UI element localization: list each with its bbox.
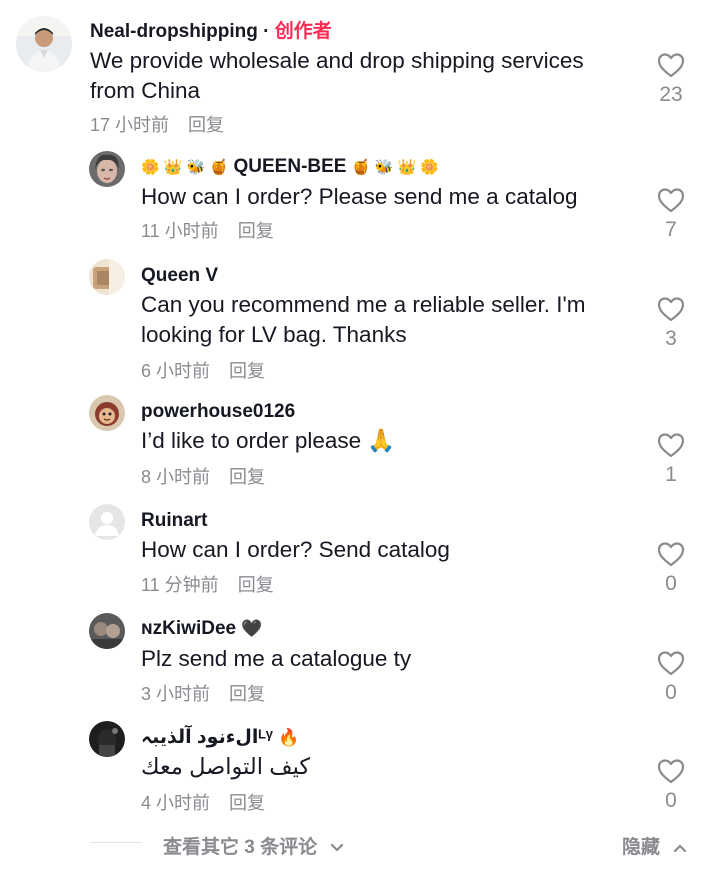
comment-username[interactable]: powerhouse0126 xyxy=(141,400,295,424)
reply-button[interactable]: 回复 xyxy=(229,361,265,381)
divider xyxy=(90,842,142,843)
creator-badge: 创作者 xyxy=(274,21,332,42)
heart-outline-icon xyxy=(657,188,685,213)
like-count: 3 xyxy=(665,327,677,350)
separator-dot: · xyxy=(263,21,270,42)
like-count: 0 xyxy=(665,681,677,704)
comment-text: How can I order? Send catalog xyxy=(141,537,450,562)
username-text[interactable]: powerhouse0126 xyxy=(141,401,295,422)
heart-outline-icon xyxy=(657,433,685,458)
comment-time: 11 分钟前 xyxy=(141,575,219,595)
comment-meta: 3 小时前 回复 xyxy=(141,683,265,705)
comment-text: I’d like to order please 🙏 xyxy=(141,426,621,456)
comment-meta: 8 小时前 回复 xyxy=(141,466,265,488)
comment-username[interactable]: Neal-dropshipping · 创作者 xyxy=(90,20,332,44)
like-count: 0 xyxy=(665,789,677,812)
comment-username[interactable]: ɴᴢKiwiDee 🖤 xyxy=(141,617,263,641)
like-count: 0 xyxy=(665,572,677,595)
reply-button[interactable]: 回复 xyxy=(229,793,265,813)
username-text[interactable]: الءنود آلذيبہᴸᵞ xyxy=(141,727,273,748)
username-text[interactable]: QUEEN-BEE xyxy=(234,156,347,177)
comment-time: 6 小时前 xyxy=(141,361,211,381)
avatar[interactable] xyxy=(16,16,72,72)
comment-meta: 11 分钟前 回复 xyxy=(141,574,274,596)
like-button[interactable]: 23 xyxy=(649,52,693,108)
heart-outline-icon xyxy=(657,53,685,78)
heart-outline-icon xyxy=(657,542,685,567)
avatar[interactable] xyxy=(89,504,125,540)
hide-label: 隐藏 xyxy=(622,837,661,858)
like-count: 1 xyxy=(665,463,677,486)
view-more-replies-button[interactable]: 查看其它 3 条评论 xyxy=(163,832,344,859)
reply-button[interactable]: 回复 xyxy=(229,684,265,704)
praying-hands-emoji: 🙏 xyxy=(367,428,396,453)
comment-username[interactable]: الءنود آلذيبہᴸᵞ 🔥 xyxy=(141,726,299,750)
comment-text-content: I’d like to order please xyxy=(141,428,362,453)
username-decor-left: 🌼 👑 🐝 🍯 xyxy=(141,159,229,176)
username-text[interactable]: Queen V xyxy=(141,265,218,286)
username-decor-right: 🍯 🐝 👑 🌼 xyxy=(351,159,439,176)
like-button[interactable]: 0 xyxy=(649,758,693,814)
fire-emoji: 🔥 xyxy=(278,728,300,747)
default-avatar-icon xyxy=(89,504,125,540)
chevron-up-icon xyxy=(674,844,687,853)
comment-text: Can you recommend me a reliable seller. … xyxy=(141,292,586,347)
comment-text: Plz send me a catalogue ty xyxy=(141,646,412,671)
like-count: 7 xyxy=(665,218,677,241)
heart-outline-icon xyxy=(657,297,685,322)
reply-button[interactable]: 回复 xyxy=(238,221,274,241)
comment-meta: 4 小时前 回复 xyxy=(141,792,265,814)
comment-text: How can I order? Please send me a catalo… xyxy=(141,184,578,209)
username-text[interactable]: Ruinart xyxy=(141,510,208,531)
black-heart-emoji: 🖤 xyxy=(241,619,263,638)
like-count: 23 xyxy=(659,83,683,106)
comment-username[interactable]: 🌼 👑 🐝 🍯 QUEEN-BEE 🍯 🐝 👑 🌼 xyxy=(141,155,439,180)
heart-outline-icon xyxy=(657,759,685,784)
like-button[interactable]: 0 xyxy=(649,650,693,706)
chevron-down-icon xyxy=(331,843,344,852)
heart-outline-icon xyxy=(657,651,685,676)
username-text[interactable]: ɴᴢKiwiDee xyxy=(141,618,236,639)
comment-time: 17 小时前 xyxy=(90,115,170,135)
comment-meta: 17 小时前 回复 xyxy=(90,114,224,136)
comment-username[interactable]: Queen V xyxy=(141,264,218,288)
comment-time: 8 小时前 xyxy=(141,467,211,487)
like-button[interactable]: 3 xyxy=(649,296,693,352)
avatar[interactable] xyxy=(89,613,125,649)
avatar[interactable] xyxy=(89,721,125,757)
comment-meta: 11 小时前 回复 xyxy=(141,220,274,242)
avatar[interactable] xyxy=(89,395,125,431)
reply-button[interactable]: 回复 xyxy=(229,467,265,487)
like-button[interactable]: 7 xyxy=(649,187,693,243)
comment-text: كيف التواصل معك xyxy=(141,754,311,779)
hide-replies-button[interactable]: 隐藏 xyxy=(622,832,687,859)
avatar[interactable] xyxy=(89,259,125,295)
comment-username[interactable]: Ruinart xyxy=(141,509,208,533)
reply-button[interactable]: 回复 xyxy=(188,115,224,135)
comment-time: 3 小时前 xyxy=(141,684,211,704)
comment-meta: 6 小时前 回复 xyxy=(141,360,265,382)
username-text[interactable]: Neal-dropshipping xyxy=(90,21,258,42)
avatar[interactable] xyxy=(89,151,125,187)
view-more-label: 查看其它 3 条评论 xyxy=(163,837,318,858)
comment-time: 11 小时前 xyxy=(141,221,219,241)
comment-text: We provide wholesale and drop shipping s… xyxy=(90,48,584,103)
like-button[interactable]: 0 xyxy=(649,541,693,597)
comment-time: 4 小时前 xyxy=(141,793,211,813)
like-button[interactable]: 1 xyxy=(649,432,693,488)
reply-button[interactable]: 回复 xyxy=(238,575,274,595)
